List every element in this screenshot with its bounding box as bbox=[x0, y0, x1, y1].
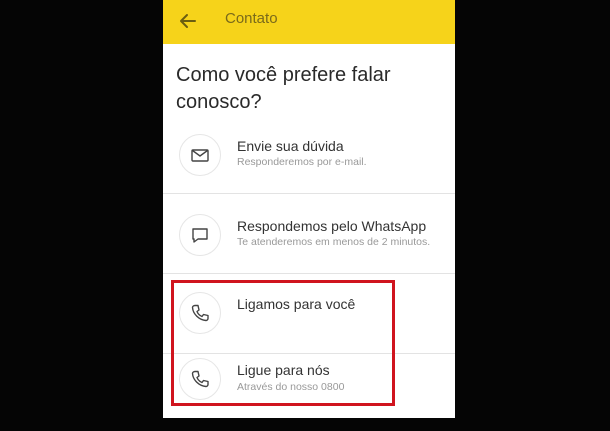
option-title: Respondemos pelo WhatsApp bbox=[237, 218, 427, 234]
option-subtitle: Responderemos por e-mail. bbox=[237, 156, 367, 168]
option-email[interactable]: Envie sua dúvida Responderemos por e-mai… bbox=[163, 116, 455, 194]
option-subtitle: Te atenderemos em menos de 2 minutos. bbox=[237, 236, 431, 248]
photo-frame: Contato Como você prefere falar conosco?… bbox=[0, 0, 610, 431]
highlight-box bbox=[171, 280, 395, 406]
page-heading: Como você prefere falar conosco? bbox=[176, 64, 391, 113]
mail-icon bbox=[179, 134, 221, 176]
back-arrow-icon[interactable] bbox=[177, 10, 199, 32]
chat-icon bbox=[179, 214, 221, 256]
option-whatsapp[interactable]: Respondemos pelo WhatsApp Te atenderemos… bbox=[163, 196, 455, 274]
divider bbox=[163, 273, 455, 274]
divider bbox=[163, 193, 455, 194]
option-title: Envie sua dúvida bbox=[237, 138, 344, 154]
app-bar: Contato bbox=[163, 0, 455, 44]
app-bar-title: Contato bbox=[225, 10, 278, 27]
